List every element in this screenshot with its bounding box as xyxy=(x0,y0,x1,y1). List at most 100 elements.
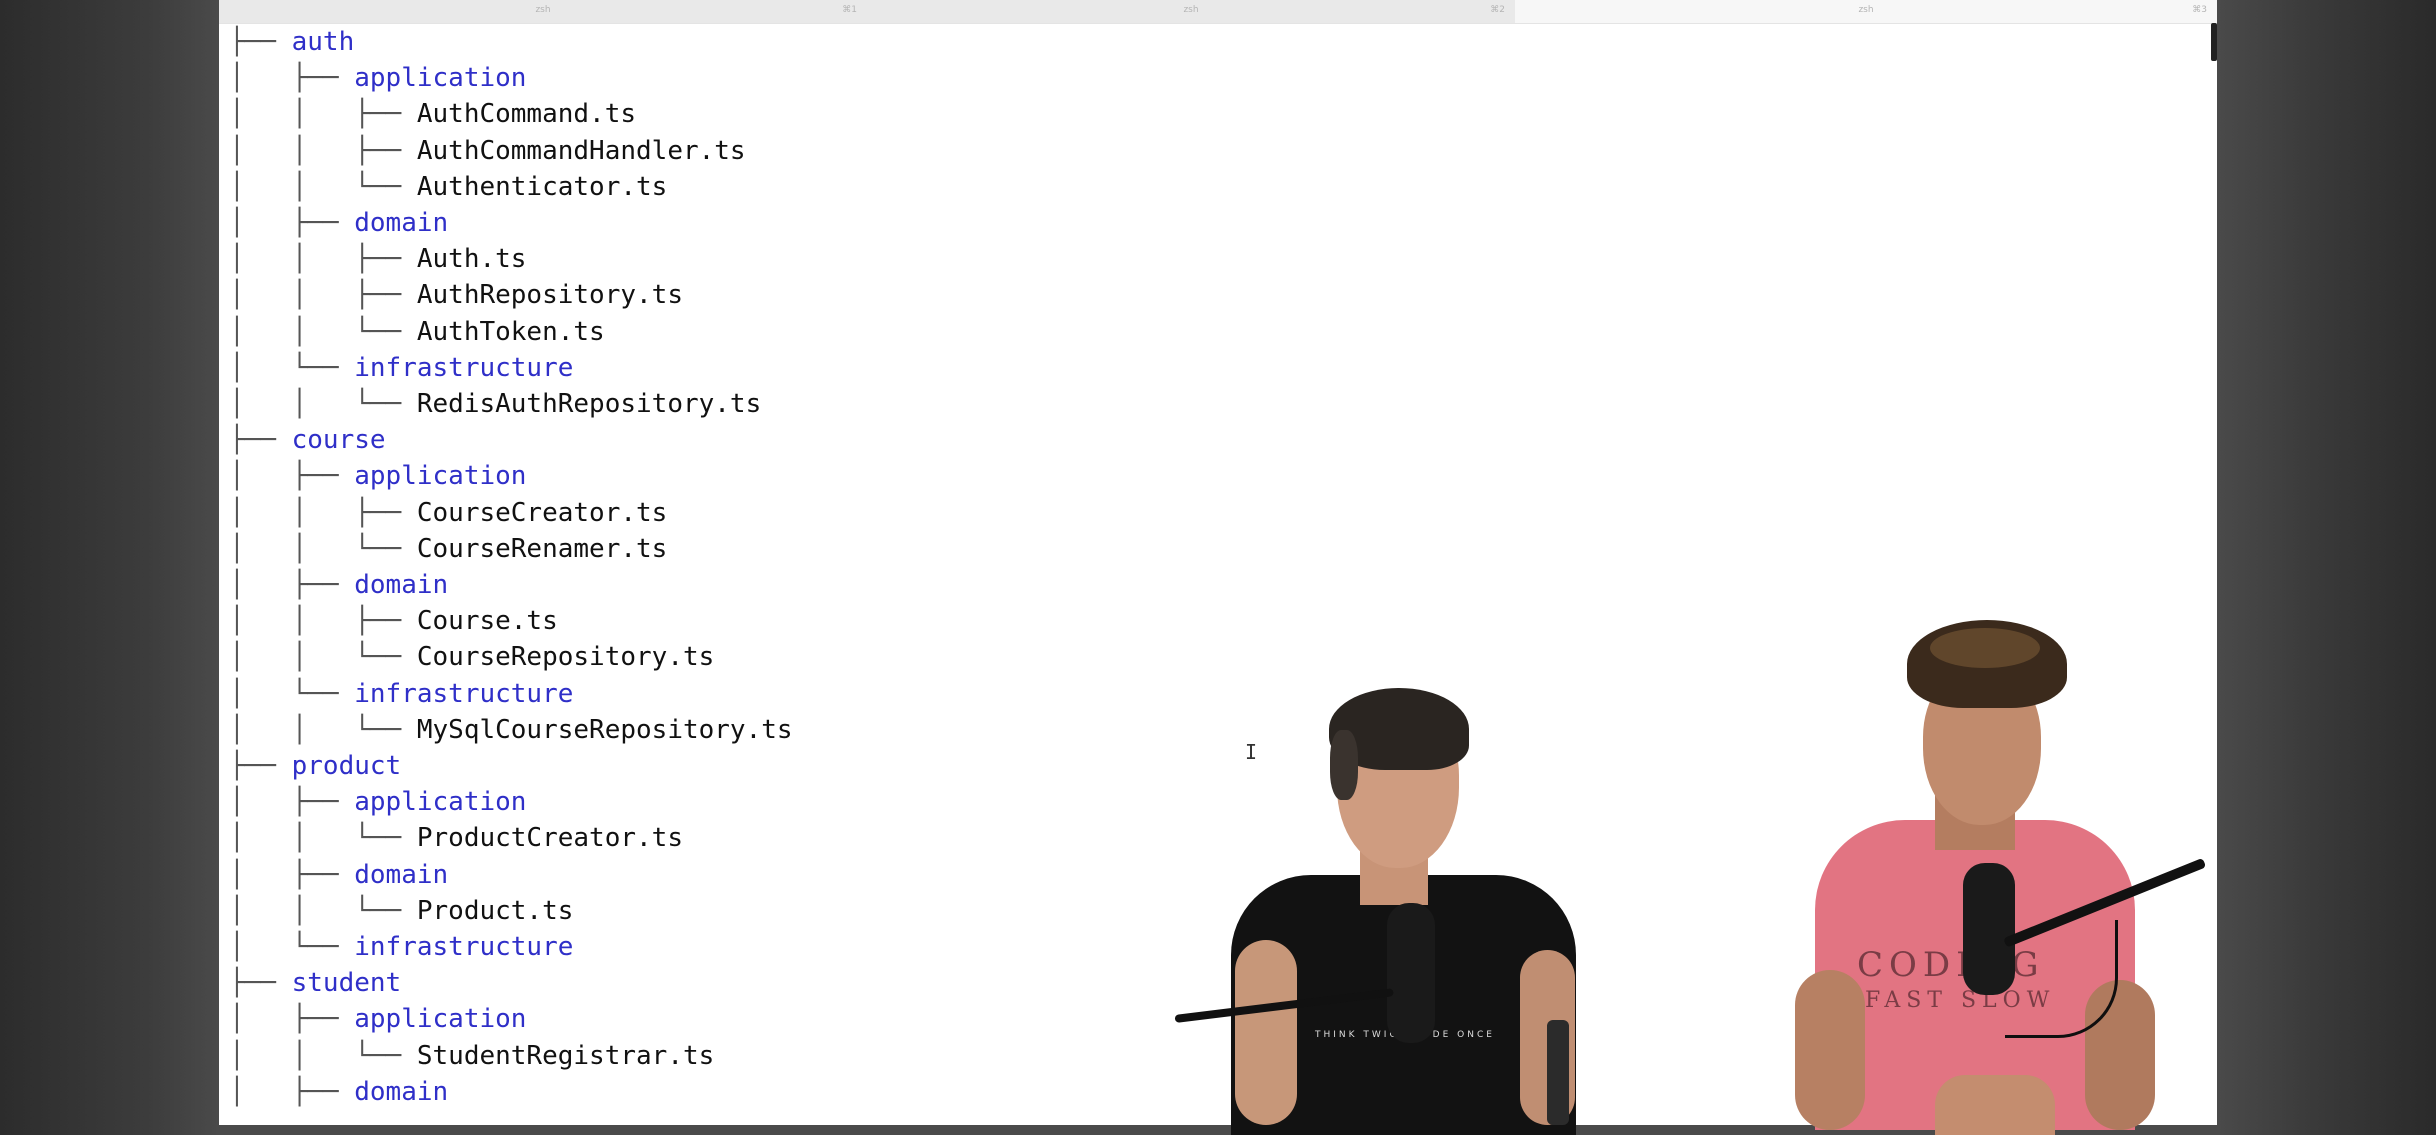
tree-branch: ├── xyxy=(229,968,276,999)
tree-branch: └── xyxy=(354,642,402,673)
tree-row-directory: │ ├── application xyxy=(229,784,526,820)
tree-branch: └── xyxy=(291,352,339,383)
tree-row-file: │ │ └── CourseRepository.ts xyxy=(229,639,714,675)
tree-row-directory: ├── course xyxy=(229,422,386,458)
tree-connector: │ │ xyxy=(229,1040,355,1071)
tree-branch: └── xyxy=(291,932,339,962)
tree-connector: │ xyxy=(229,570,292,600)
webcam-overlay: THINK TWICE CODE ONCE CODING FAST SLOW xyxy=(1174,620,2217,1135)
tree-row-file: │ │ └── Authenticator.ts xyxy=(229,169,667,205)
tab-zsh-2[interactable]: zsh ⌘2 xyxy=(867,0,1515,23)
tree-row-directory: │ ├── application xyxy=(229,1001,526,1037)
hands xyxy=(1935,1075,2055,1135)
tree-branch: ├── xyxy=(291,570,339,600)
tree-branch: └── xyxy=(354,316,402,347)
tree-connector: │ xyxy=(229,208,292,238)
tree-branch: ├── xyxy=(291,63,339,94)
tree-row-file: │ │ ├── CourseCreator.ts xyxy=(229,495,667,531)
tree-connector: │ xyxy=(229,352,292,383)
tree-branch: └── xyxy=(354,171,402,202)
tree-connector: │ xyxy=(229,678,292,709)
file-name: ProductCreator.ts xyxy=(416,823,683,854)
tree-connector: │ │ xyxy=(229,316,355,347)
tree-row-directory: │ └── infrastructure xyxy=(229,676,573,712)
tree-branch: └── xyxy=(354,895,402,926)
file-name: Auth.ts xyxy=(416,244,527,275)
tree-row-file: │ │ └── AuthToken.ts xyxy=(229,314,605,350)
tree-connector: │ │ xyxy=(229,389,355,419)
file-name: CourseCreator.ts xyxy=(416,497,668,528)
tree-row-file: │ │ └── StudentRegistrar.ts xyxy=(229,1038,714,1074)
tree-connector: │ │ xyxy=(229,497,355,528)
tree-row-file: │ │ └── ProductCreator.ts xyxy=(229,820,683,856)
microphone xyxy=(1387,903,1435,1043)
tree-row-directory: │ ├── domain xyxy=(229,1074,448,1110)
tree-connector: │ │ xyxy=(229,714,355,745)
directory-name: student xyxy=(291,968,402,999)
tree-connector: │ xyxy=(229,859,292,890)
directory-name: product xyxy=(291,751,402,781)
left-arm xyxy=(1235,940,1297,1125)
left-arm xyxy=(1795,970,1865,1130)
tree-row-directory: │ └── infrastructure xyxy=(229,929,573,965)
tree-branch: └── xyxy=(354,823,402,854)
tree-row-file: │ │ └── RedisAuthRepository.ts xyxy=(229,386,761,422)
tree-connector: │ │ xyxy=(229,280,355,311)
tab-zsh-1[interactable]: zsh ⌘1 xyxy=(219,0,868,23)
tree-connector: │ │ xyxy=(229,823,355,854)
directory-name: infrastructure xyxy=(354,678,574,709)
file-name: Authenticator.ts xyxy=(416,171,668,202)
tree-connector: │ │ xyxy=(229,244,355,275)
directory-name: application xyxy=(354,1004,527,1035)
tree-connector: │ │ xyxy=(229,895,355,926)
directory-name: infrastructure xyxy=(354,352,574,383)
tree-row-directory: │ ├── domain xyxy=(229,857,448,893)
tree-connector: │ │ xyxy=(229,606,355,637)
tree-branch: ├── xyxy=(354,497,402,528)
file-name: RedisAuthRepository.ts xyxy=(416,389,762,419)
tree-branch: ├── xyxy=(354,280,402,311)
tree-branch: ├── xyxy=(291,1076,339,1107)
tree-row-file: │ │ ├── AuthRepository.ts xyxy=(229,277,683,313)
file-name: AuthCommandHandler.ts xyxy=(416,135,746,166)
tree-row-file: │ │ ├── Auth.ts xyxy=(229,241,526,277)
terminal-tab-bar: zsh ⌘1 zsh ⌘2 zsh ⌘3 xyxy=(219,0,2217,24)
scrollbar-thumb[interactable] xyxy=(2211,23,2217,61)
tree-row-directory: │ ├── domain xyxy=(229,205,448,241)
chair-back xyxy=(1547,1020,1569,1125)
directory-name: infrastructure xyxy=(354,932,574,962)
file-name: MySqlCourseRepository.ts xyxy=(416,714,793,745)
tree-connector: │ │ xyxy=(229,642,355,673)
tree-connector: │ │ xyxy=(229,99,355,130)
tab-shortcut: ⌘3 xyxy=(2192,5,2207,15)
tree-row-file: │ │ ├── Course.ts xyxy=(229,603,558,639)
tree-branch: ├── xyxy=(354,135,402,166)
tree-connector: │ │ xyxy=(229,135,355,166)
tree-row-file: │ │ └── Product.ts xyxy=(229,893,573,929)
tab-label: zsh xyxy=(1858,5,1874,15)
tab-label: zsh xyxy=(1183,5,1199,15)
tree-row-file: │ │ ├── AuthCommandHandler.ts xyxy=(229,133,746,169)
hair-side xyxy=(1330,730,1358,800)
tree-row-directory: │ └── infrastructure xyxy=(229,350,573,386)
tab-shortcut: ⌘1 xyxy=(842,5,857,15)
tree-row-file: │ │ └── CourseRenamer.ts xyxy=(229,531,667,567)
tree-branch: ├── xyxy=(291,787,339,818)
file-name: AuthCommand.ts xyxy=(416,99,637,130)
tree-branch: ├── xyxy=(291,461,339,492)
tree-row-directory: │ ├── domain xyxy=(229,567,448,603)
tree-connector: │ xyxy=(229,63,292,94)
directory-name: domain xyxy=(354,208,449,238)
directory-name: auth xyxy=(291,27,355,57)
directory-name: domain xyxy=(354,1076,449,1107)
file-name: CourseRenamer.ts xyxy=(416,533,668,564)
tree-branch: ├── xyxy=(291,208,339,238)
tree-branch: ├── xyxy=(291,859,339,890)
tree-row-directory: │ ├── application xyxy=(229,458,526,494)
tree-connector: │ xyxy=(229,932,292,962)
directory-name: application xyxy=(354,63,527,94)
tab-zsh-3[interactable]: zsh ⌘3 xyxy=(1515,0,2217,23)
file-name: CourseRepository.ts xyxy=(416,642,715,673)
file-name: Product.ts xyxy=(416,895,574,926)
tree-branch: └── xyxy=(354,389,402,419)
